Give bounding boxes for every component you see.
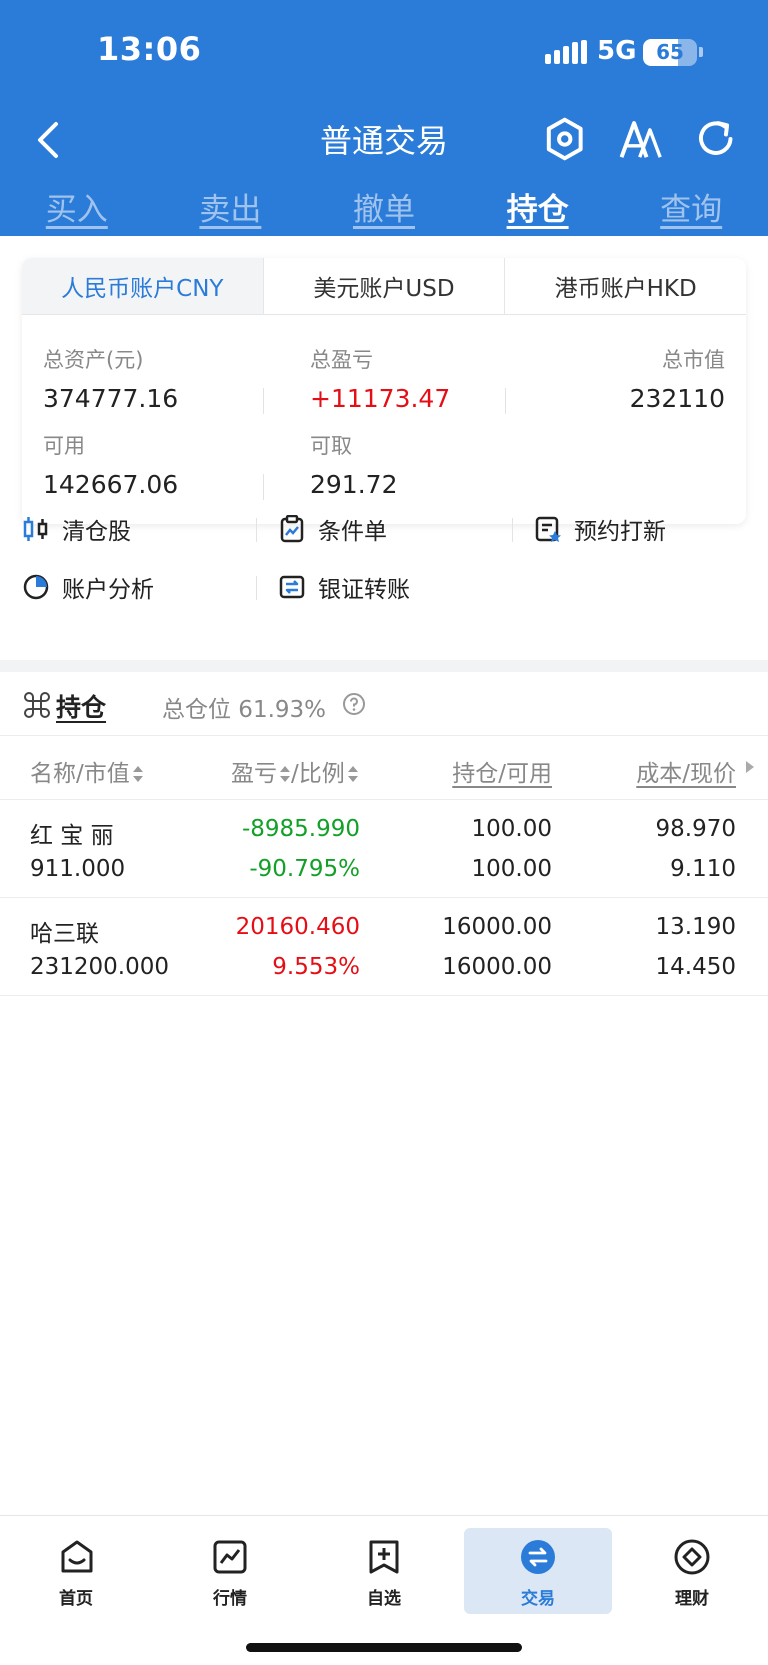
holdings-title[interactable]: 持仓 bbox=[56, 688, 106, 724]
section-divider bbox=[0, 660, 768, 672]
stock-name: 红 宝 丽 bbox=[30, 823, 114, 849]
status-time: 13:06 bbox=[97, 30, 202, 68]
tab-sell[interactable]: 卖出 bbox=[154, 184, 308, 236]
command-icon bbox=[24, 692, 50, 718]
nav-watchlist[interactable]: 自选 bbox=[310, 1528, 458, 1614]
nav-bar: 普通交易 bbox=[0, 104, 768, 184]
home-icon bbox=[61, 1540, 93, 1573]
stock-price: 14.450 bbox=[655, 954, 736, 980]
settings-hexagon-icon[interactable] bbox=[542, 114, 587, 164]
status-bar: 13:06 5G 65 bbox=[0, 0, 768, 104]
market-value-value: 232110 bbox=[629, 384, 725, 413]
help-icon[interactable] bbox=[342, 692, 366, 716]
nav-wealth[interactable]: 理财 bbox=[618, 1528, 766, 1614]
tab-cancel[interactable]: 撤单 bbox=[307, 184, 461, 236]
stock-pl-ratio: -90.795% bbox=[249, 856, 360, 882]
sort-icon bbox=[132, 766, 143, 782]
pie-chart-icon bbox=[23, 574, 49, 600]
account-tab-hkd[interactable]: 港币账户HKD bbox=[505, 258, 746, 314]
tool-label: 清仓股 bbox=[62, 519, 131, 545]
table-row[interactable]: 哈三联 231200.000 20160.460 9.553% 16000.00… bbox=[0, 898, 768, 996]
document-star-icon bbox=[535, 516, 561, 542]
battery-tip bbox=[699, 47, 703, 57]
scroll-right-icon[interactable] bbox=[744, 760, 756, 774]
battery-icon: 65 bbox=[643, 39, 697, 66]
nav-home[interactable]: 首页 bbox=[2, 1528, 150, 1614]
signal-icon bbox=[545, 40, 587, 64]
refresh-icon[interactable] bbox=[693, 114, 738, 164]
holdings-header: 持仓 总仓位 61.93% bbox=[0, 672, 768, 736]
tool-clear-stocks[interactable]: 清仓股 bbox=[22, 512, 131, 546]
trade-tabs: 买入 卖出 撤单 持仓 查询 bbox=[0, 184, 768, 236]
tool-account-analysis[interactable]: 账户分析 bbox=[22, 570, 154, 604]
stock-price: 9.110 bbox=[670, 856, 736, 882]
stock-pl: 20160.460 bbox=[235, 914, 360, 940]
stock-cost: 13.190 bbox=[655, 914, 736, 940]
stock-available: 16000.00 bbox=[442, 954, 552, 980]
network-type: 5G bbox=[597, 36, 637, 66]
total-assets-value: 374777.16 bbox=[43, 384, 179, 413]
total-pl-value: +11173.47 bbox=[310, 384, 451, 413]
nav-trade[interactable]: 交易 bbox=[464, 1528, 612, 1614]
col-cost-header[interactable]: 成本/现价 bbox=[636, 754, 736, 788]
stock-pl-ratio: 9.553% bbox=[272, 954, 360, 980]
col-pl-header[interactable]: 盈亏/比例 bbox=[231, 754, 359, 788]
available-label: 可用 bbox=[43, 434, 85, 458]
stock-name: 哈三联 bbox=[30, 921, 99, 947]
candlestick-icon bbox=[23, 517, 48, 541]
stock-position: 100.00 bbox=[471, 816, 552, 842]
home-indicator[interactable] bbox=[246, 1643, 522, 1652]
stock-available: 100.00 bbox=[471, 856, 552, 882]
withdrawable-value: 291.72 bbox=[310, 470, 398, 499]
holdings-column-header: 名称/市值 盈亏/比例 持仓/可用 成本/现价 bbox=[0, 736, 768, 800]
tool-label: 账户分析 bbox=[62, 577, 154, 603]
account-tab-usd[interactable]: 美元账户USD bbox=[264, 258, 506, 314]
available-value: 142667.06 bbox=[43, 470, 179, 499]
main-content: 人民币账户CNY 美元账户USD 港币账户HKD 总资产(元) 总盈亏 总市值 … bbox=[0, 236, 768, 1516]
sort-icon bbox=[347, 766, 358, 782]
market-value-label: 总市值 bbox=[662, 348, 725, 372]
battery-percent: 65 bbox=[656, 40, 684, 64]
tool-conditional-order[interactable]: 条件单 bbox=[278, 512, 387, 546]
tab-holdings[interactable]: 持仓 bbox=[461, 184, 615, 236]
market-chart-icon bbox=[213, 1540, 247, 1574]
trade-exchange-icon bbox=[521, 1540, 555, 1574]
sort-icon bbox=[280, 766, 290, 782]
col-name-header[interactable]: 名称/市值 bbox=[30, 754, 144, 788]
wealth-icon bbox=[674, 1539, 710, 1575]
total-assets-label: 总资产(元) bbox=[43, 348, 144, 372]
tool-bank-transfer[interactable]: 银证转账 bbox=[278, 570, 410, 604]
transfer-icon bbox=[279, 575, 305, 599]
tab-query[interactable]: 查询 bbox=[614, 184, 768, 236]
font-size-icon[interactable] bbox=[617, 114, 662, 164]
stock-market-value: 231200.000 bbox=[30, 954, 170, 980]
total-pl-label: 总盈亏 bbox=[310, 348, 373, 372]
tool-label: 条件单 bbox=[318, 519, 387, 545]
tab-buy[interactable]: 买入 bbox=[0, 184, 154, 236]
stock-position: 16000.00 bbox=[442, 914, 552, 940]
clipboard-chart-icon bbox=[280, 515, 304, 543]
stock-cost: 98.970 bbox=[655, 816, 736, 842]
tool-label: 银证转账 bbox=[318, 577, 410, 603]
withdrawable-label: 可取 bbox=[310, 434, 352, 458]
table-row[interactable]: 红 宝 丽 911.000 -8985.990 -90.795% 100.00 … bbox=[0, 800, 768, 898]
stock-pl: -8985.990 bbox=[241, 816, 360, 842]
account-summary-card: 人民币账户CNY 美元账户USD 港币账户HKD 总资产(元) 总盈亏 总市值 … bbox=[22, 258, 746, 524]
total-position: 总仓位 61.93% bbox=[162, 697, 327, 723]
account-tab-cny[interactable]: 人民币账户CNY bbox=[22, 258, 264, 314]
nav-market[interactable]: 行情 bbox=[156, 1528, 304, 1614]
col-qty-header[interactable]: 持仓/可用 bbox=[452, 754, 552, 788]
watchlist-add-icon bbox=[369, 1540, 399, 1574]
stock-market-value: 911.000 bbox=[30, 856, 126, 882]
tool-label: 预约打新 bbox=[574, 519, 666, 545]
tool-ipo-subscription[interactable]: 预约打新 bbox=[534, 512, 666, 546]
